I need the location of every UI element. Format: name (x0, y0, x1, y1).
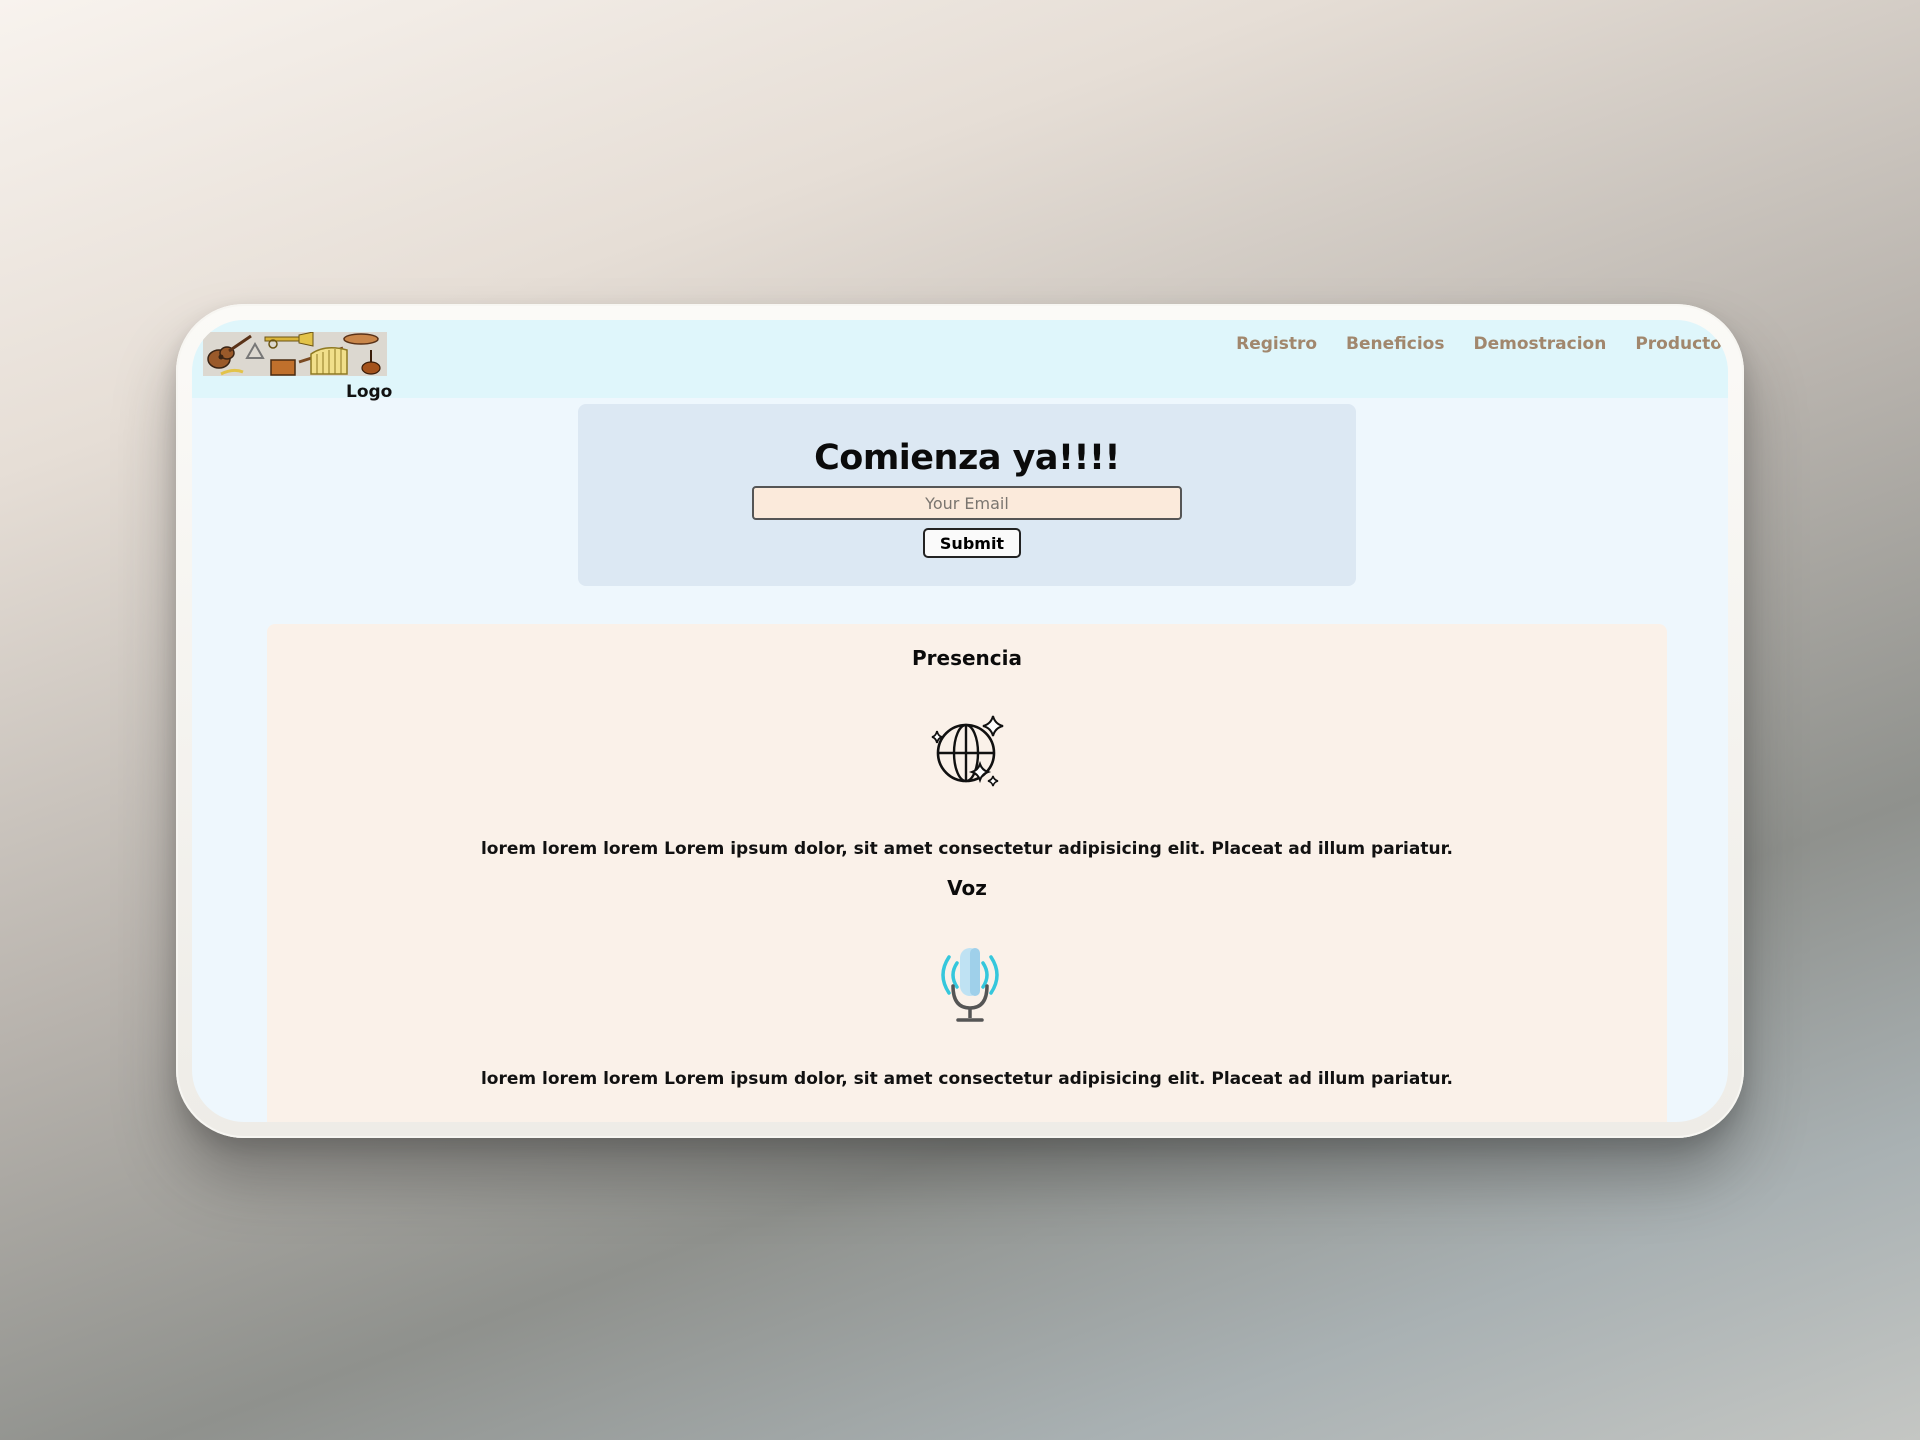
signup-title: Comienza ya!!!! (814, 438, 1120, 478)
signup-card: Comienza ya!!!! Submit (578, 404, 1356, 586)
microphone-icon (927, 942, 1013, 1028)
feature-voz: Voz (267, 876, 1667, 900)
feature-presencia-text: lorem lorem lorem Lorem ipsum dolor, sit… (267, 839, 1667, 859)
device-frame: Logo Registro Beneficios Demostracion Pr… (176, 304, 1744, 1138)
instruments-illustration (203, 332, 387, 376)
features-section: Presencia lorem lorem lorem Lorem ipsum … (267, 624, 1667, 1122)
email-input[interactable] (752, 486, 1182, 520)
submit-button[interactable]: Submit (923, 528, 1021, 558)
feature-presencia: Presencia (267, 646, 1667, 670)
nav-registro[interactable]: Registro (1236, 334, 1317, 354)
nav-beneficios[interactable]: Beneficios (1346, 334, 1444, 354)
globe-sparkle-icon (927, 712, 1013, 798)
main-nav: Registro Beneficios Demostracion Product… (1236, 334, 1722, 354)
nav-producto[interactable]: Producto (1635, 334, 1722, 354)
logo-label: Logo (346, 382, 393, 402)
feature-title: Presencia (912, 646, 1022, 670)
nav-demostracion[interactable]: Demostracion (1473, 334, 1606, 354)
feature-description: lorem lorem lorem Lorem ipsum dolor, sit… (480, 839, 1454, 859)
site-header: Logo Registro Beneficios Demostracion Pr… (192, 320, 1728, 402)
feature-title: Voz (947, 876, 987, 900)
browser-viewport: Logo Registro Beneficios Demostracion Pr… (192, 320, 1728, 1122)
feature-voz-text: lorem lorem lorem Lorem ipsum dolor, sit… (267, 1069, 1667, 1089)
logo-image[interactable] (203, 332, 387, 376)
harp-icon (310, 347, 348, 375)
feature-description: lorem lorem lorem Lorem ipsum dolor, sit… (480, 1069, 1454, 1089)
